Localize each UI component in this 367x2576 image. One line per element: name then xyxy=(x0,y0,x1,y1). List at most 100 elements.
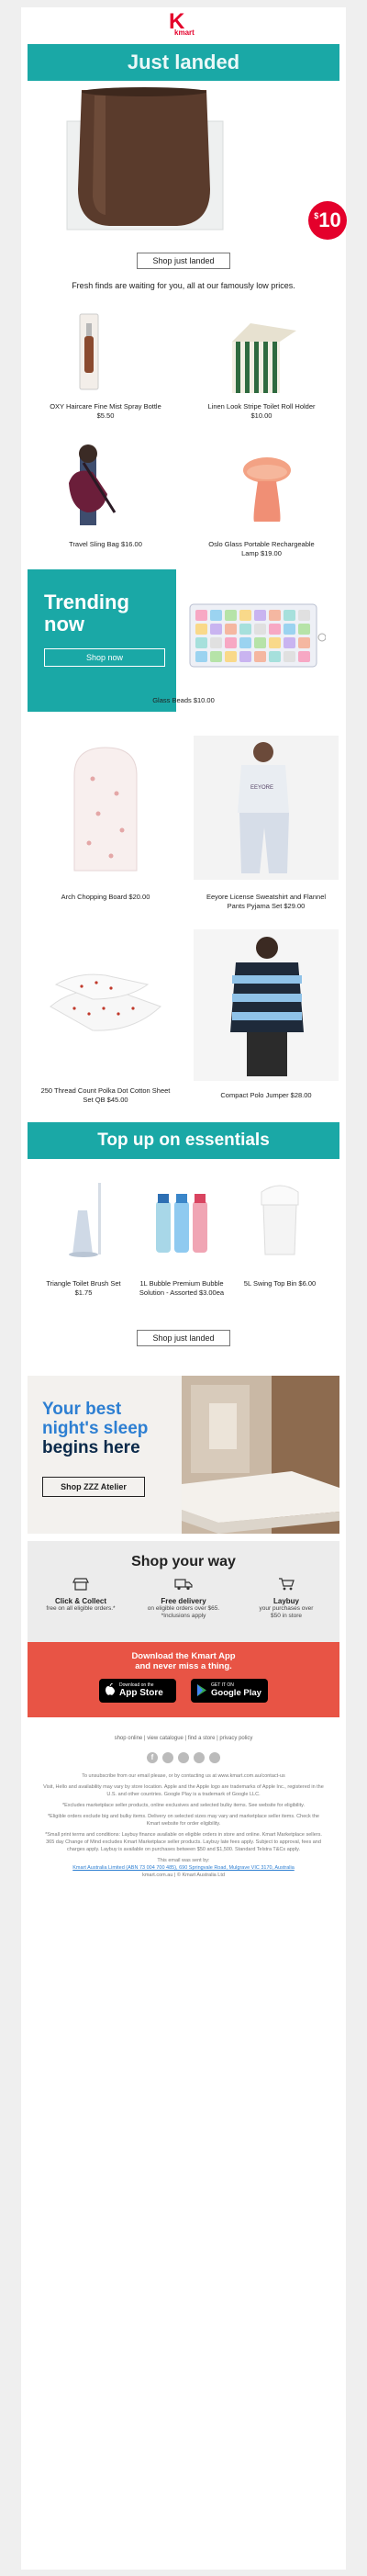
shop-way-item-desc: free on all eligible orders.* xyxy=(46,1605,116,1612)
sleep-promo[interactable]: Your best night's sleep begins here Shop… xyxy=(28,1376,339,1534)
footer-link-privacy-policy[interactable]: privacy policy xyxy=(219,1736,252,1741)
kmart-logo[interactable]: K kmart xyxy=(160,9,207,39)
spray-bottle-image[interactable] xyxy=(38,310,173,393)
footer: shop online | view catalogue | find a st… xyxy=(28,1725,339,1878)
sling-bag-illustration xyxy=(69,444,117,525)
product-price: $5.50 xyxy=(96,411,115,420)
shop-now-button[interactable]: Shop now xyxy=(44,648,165,667)
product-caption: Eeyore License Sweatshirt and Flannel Pa… xyxy=(206,893,327,910)
bead-cell xyxy=(225,610,237,621)
product-caption: 250 Thread Count Polka Dot Cotton Sheet … xyxy=(40,1086,171,1104)
shop-way-item: Laybuy your purchases over $50 in store xyxy=(239,1578,334,1620)
bead-cell xyxy=(298,624,310,635)
shop-zzz-atelier-button[interactable]: Shop ZZZ Atelier xyxy=(42,1477,145,1497)
footer-legal: To unsubscribe from our email please, or… xyxy=(40,1772,327,1879)
app-download-line1: Download the Kmart App xyxy=(131,1651,236,1661)
chopping-board-illustration xyxy=(73,747,138,872)
facebook-icon[interactable]: f xyxy=(147,1752,158,1763)
glass-beads-image[interactable] xyxy=(188,602,327,669)
pyjama-set-image[interactable]: EEYORE xyxy=(194,736,339,880)
footer-links: shop online | view catalogue | find a st… xyxy=(114,1736,253,1741)
shop-just-landed-button[interactable]: Shop just landed xyxy=(137,253,230,269)
footer-link-shop-online[interactable]: shop online xyxy=(115,1736,143,1741)
product-name: Linen Look Stripe Toilet Roll Holder xyxy=(207,402,316,411)
bead-cell xyxy=(269,624,281,635)
shop-way-item: Click & Collect free on all eligible ord… xyxy=(33,1578,128,1613)
footer-link-find-store[interactable]: find a store xyxy=(188,1736,216,1741)
chopping-board-image[interactable] xyxy=(38,742,173,880)
footer-address: Kmart Australia Limited (ABN 73 004 700 … xyxy=(72,1865,295,1871)
bead-cell xyxy=(225,651,237,662)
google-play-label: Google Play xyxy=(211,1688,261,1698)
product-price: $10.00 xyxy=(250,411,272,420)
bead-cell xyxy=(195,610,207,621)
bead-cell xyxy=(195,651,207,662)
shop-way-item-desc: on eligible orders over $65. *Inclusions… xyxy=(147,1605,220,1619)
trending-title: Trending now xyxy=(44,591,129,636)
bead-cell xyxy=(195,637,207,648)
shop-your-way-section: Shop your way Click & Collect free on al… xyxy=(28,1541,339,1642)
footer-legal-line: Visit, Hello and availability may vary b… xyxy=(43,1784,324,1797)
product-caption: OXY Haircare Fine Mist Spray Bottle $5.5… xyxy=(38,402,173,421)
footer-legal-line: To unsubscribe from our email please, or… xyxy=(82,1773,285,1779)
price-badge-amount: 10 xyxy=(318,208,341,231)
product-caption: Oslo Glass Portable Rechargeable Lamp $1… xyxy=(208,540,315,557)
sleep-headline: Your best night's sleep begins here xyxy=(42,1400,148,1457)
footer-legal-line: This email was sent by: xyxy=(157,1858,210,1863)
tiktok-icon[interactable] xyxy=(209,1752,220,1763)
bead-cell xyxy=(284,651,295,662)
google-play-icon xyxy=(197,1684,206,1696)
app-store-label: App Store xyxy=(119,1688,163,1698)
shop-just-landed-button-2[interactable]: Shop just landed xyxy=(137,1330,230,1346)
google-play-badge[interactable]: GET IT ON Google Play xyxy=(191,1679,268,1703)
bead-cell xyxy=(269,651,281,662)
email-body: K kmart Just landed $ 10 Shop just lande… xyxy=(21,7,347,2570)
product-caption: Arch Chopping Board $20.00 xyxy=(61,893,150,901)
glass-lamp-image[interactable] xyxy=(194,444,329,533)
product-caption: 5L Swing Top Bin $6.00 xyxy=(243,1279,317,1288)
instagram-icon[interactable] xyxy=(162,1752,173,1763)
bead-cell xyxy=(239,651,251,662)
store-icon xyxy=(72,1578,89,1591)
app-store-badge[interactable]: Download on the App Store xyxy=(99,1679,176,1703)
bead-cell xyxy=(239,637,251,648)
apple-icon xyxy=(106,1683,115,1695)
pyjama-illustration: EEYORE xyxy=(238,742,289,873)
bead-cell xyxy=(269,637,281,648)
bead-cell xyxy=(239,624,251,635)
spray-bottle-illustration xyxy=(79,313,99,390)
polo-jumper-image[interactable] xyxy=(194,929,339,1081)
footer-legal-line: *Small print terms and conditions: Laybu… xyxy=(45,1832,322,1852)
bead-cell xyxy=(225,637,237,648)
bubble-solution-image[interactable] xyxy=(136,1174,228,1262)
bead-cell xyxy=(254,610,266,621)
sleep-headline-line3: begins here xyxy=(42,1438,140,1457)
toilet-brush-image[interactable] xyxy=(38,1174,129,1262)
bead-cell xyxy=(254,637,266,648)
hero-vase-image[interactable] xyxy=(41,86,326,233)
lamp-illustration xyxy=(243,457,291,522)
toilet-brush-illustration xyxy=(69,1183,101,1257)
swing-bin-illustration xyxy=(261,1185,299,1255)
footer-copyright: kmart.com.au | © Kmart Australia Ltd xyxy=(142,1873,225,1878)
toilet-roll-holder-image[interactable] xyxy=(194,310,329,399)
polo-jumper-illustration xyxy=(230,937,304,1076)
bead-cell xyxy=(269,610,281,621)
social-icons: f xyxy=(147,1752,220,1765)
pinterest-icon[interactable] xyxy=(194,1752,205,1763)
footer-legal-line: *Eligible orders exclude big and bulky i… xyxy=(48,1814,319,1827)
app-download-section: Download the Kmart App and never miss a … xyxy=(28,1642,339,1717)
swing-bin-image[interactable] xyxy=(234,1174,326,1262)
vase-illustration xyxy=(66,87,224,231)
shop-way-item-title: Free delivery xyxy=(161,1597,206,1605)
shop-way-item-title: Laybuy xyxy=(272,1597,299,1605)
kmart-logo-word: kmart xyxy=(174,28,195,37)
cart-icon xyxy=(279,1578,295,1591)
sheet-set-image[interactable] xyxy=(38,953,173,1054)
youtube-icon[interactable] xyxy=(178,1752,189,1763)
bead-cell xyxy=(225,624,237,635)
bead-cell xyxy=(210,637,222,648)
sling-bag-image[interactable] xyxy=(38,444,173,533)
product-caption: Glass Beads $10.00 xyxy=(152,696,215,704)
footer-link-view-catalogue[interactable]: view catalogue xyxy=(147,1736,184,1741)
